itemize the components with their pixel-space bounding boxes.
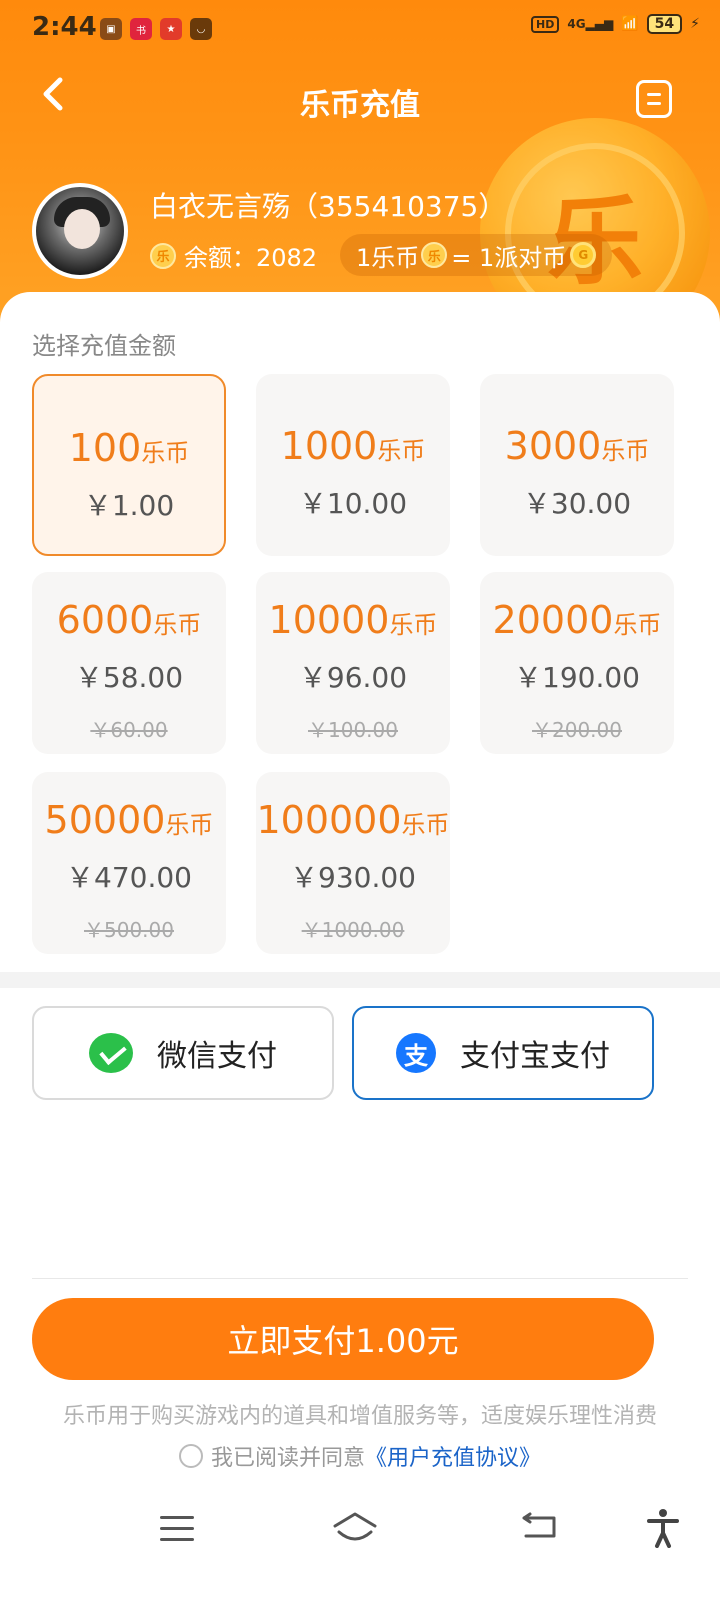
- package-option-1000[interactable]: 1000乐币 ￥10.00: [256, 374, 450, 556]
- agree-text: 我已阅读并同意: [210, 1446, 365, 1471]
- package-coins: 6000乐币: [56, 598, 202, 642]
- exchange-rate-pill: 1乐币 乐 = 1派对币 G: [340, 234, 613, 276]
- agree-radio[interactable]: [178, 1444, 203, 1468]
- package-original-price: ￥500.00: [84, 918, 174, 942]
- package-original-price: ￥1000.00: [301, 918, 405, 942]
- agreement-row: 我已阅读并同意 《用户充值协议》: [0, 1440, 720, 1472]
- wechat-pay-label: 微信支付: [157, 1039, 277, 1074]
- wifi-icon: 📶: [621, 16, 639, 32]
- status-time: 2:44: [32, 12, 97, 42]
- package-price: ￥96.00: [298, 661, 408, 694]
- package-option-10000[interactable]: 10000乐币 ￥96.00 ￥100.00: [256, 572, 450, 754]
- page-title: 乐币充值: [300, 88, 420, 123]
- coin-icon: 乐: [421, 242, 448, 268]
- package-option-6000[interactable]: 6000乐币 ￥58.00 ￥60.00: [32, 572, 226, 754]
- package-original-price: ￥60.00: [90, 718, 168, 742]
- system-nav-bar: [0, 1500, 720, 1600]
- package-price: ￥1.00: [83, 489, 175, 522]
- package-price: ￥58.00: [74, 661, 184, 694]
- package-price: ￥30.00: [522, 487, 632, 520]
- package-original-price: ￥100.00: [308, 718, 398, 742]
- package-option-20000[interactable]: 20000乐币 ￥190.00 ￥200.00: [480, 572, 674, 754]
- rate-left: 1乐币: [356, 243, 420, 272]
- pay-now-button[interactable]: 立即支付1.00元: [32, 1298, 654, 1380]
- package-coins: 10000乐币: [268, 598, 438, 642]
- menu-icon[interactable]: [160, 1516, 194, 1542]
- package-coins: 20000乐币: [492, 598, 662, 642]
- consumption-notice: 乐币用于购买游戏内的道具和增值服务等，适度娱乐理性消费: [62, 1404, 657, 1429]
- party-coin-icon: G: [570, 242, 597, 268]
- package-original-price: ￥200.00: [532, 718, 622, 742]
- section-title: 选择充值金额: [32, 332, 176, 360]
- alipay-label: 支付宝支付: [460, 1039, 610, 1074]
- package-price: ￥10.00: [298, 487, 408, 520]
- divider: [32, 1278, 688, 1279]
- balance-row: 乐 余额：2082: [150, 238, 317, 273]
- alipay-button[interactable]: 支 支付宝支付: [352, 1006, 654, 1100]
- package-option-100000[interactable]: 100000乐币 ￥930.00 ￥1000.00: [256, 772, 450, 954]
- package-option-50000[interactable]: 50000乐币 ￥470.00 ￥500.00: [32, 772, 226, 954]
- agreement-link[interactable]: 《用户充值协议》: [365, 1440, 541, 1472]
- home-icon[interactable]: [332, 1510, 378, 1544]
- package-coins: 50000乐币: [44, 798, 214, 842]
- status-bar: 2:44 ▣ 书 ★ ◡ HD 4G▂▄▆ 📶 54 ⚡: [0, 0, 720, 58]
- package-price: ￥190.00: [514, 661, 640, 694]
- package-coins: 3000乐币: [504, 424, 650, 468]
- balance-label: 余额：2082: [184, 244, 318, 272]
- taobao-icon: ◡: [190, 18, 212, 40]
- charging-icon: ⚡: [690, 16, 700, 32]
- alipay-icon: 支: [396, 1033, 436, 1073]
- package-coins: 1000乐币: [280, 424, 426, 468]
- package-price: ￥930.00: [290, 861, 416, 894]
- accessibility-icon[interactable]: [646, 1508, 680, 1548]
- username: 白衣无言殇（355410375）: [150, 190, 507, 223]
- rate-right: = 1派对币: [451, 243, 567, 272]
- network-type: 4G: [567, 17, 586, 31]
- avatar[interactable]: [32, 183, 128, 279]
- cellular-signal-icon: 4G▂▄▆: [567, 17, 614, 31]
- avatar-face: [64, 209, 100, 249]
- hd-icon: HD: [531, 15, 560, 33]
- battery-icon: 54: [646, 14, 683, 34]
- xiaohongshu-icon: 书: [130, 18, 152, 40]
- app-notification-icon: ▣: [100, 18, 122, 40]
- package-coins: 100乐币: [68, 426, 190, 470]
- nav-bar: 乐币充值: [0, 64, 720, 134]
- package-option-100[interactable]: 100乐币 ￥1.00: [32, 374, 226, 556]
- wechat-pay-button[interactable]: 微信支付: [32, 1006, 334, 1100]
- coin-icon: 乐: [150, 242, 176, 269]
- record-icon[interactable]: [636, 80, 672, 118]
- back-icon[interactable]: [520, 1512, 558, 1542]
- section-divider: [0, 972, 720, 988]
- status-icons: HD 4G▂▄▆ 📶 54 ⚡: [531, 14, 700, 34]
- game-notification-icon: ★: [160, 18, 182, 40]
- package-price: ￥470.00: [66, 861, 192, 894]
- package-coins: 100000乐币: [256, 798, 450, 842]
- wechat-pay-icon: [89, 1033, 133, 1073]
- package-option-3000[interactable]: 3000乐币 ￥30.00: [480, 374, 674, 556]
